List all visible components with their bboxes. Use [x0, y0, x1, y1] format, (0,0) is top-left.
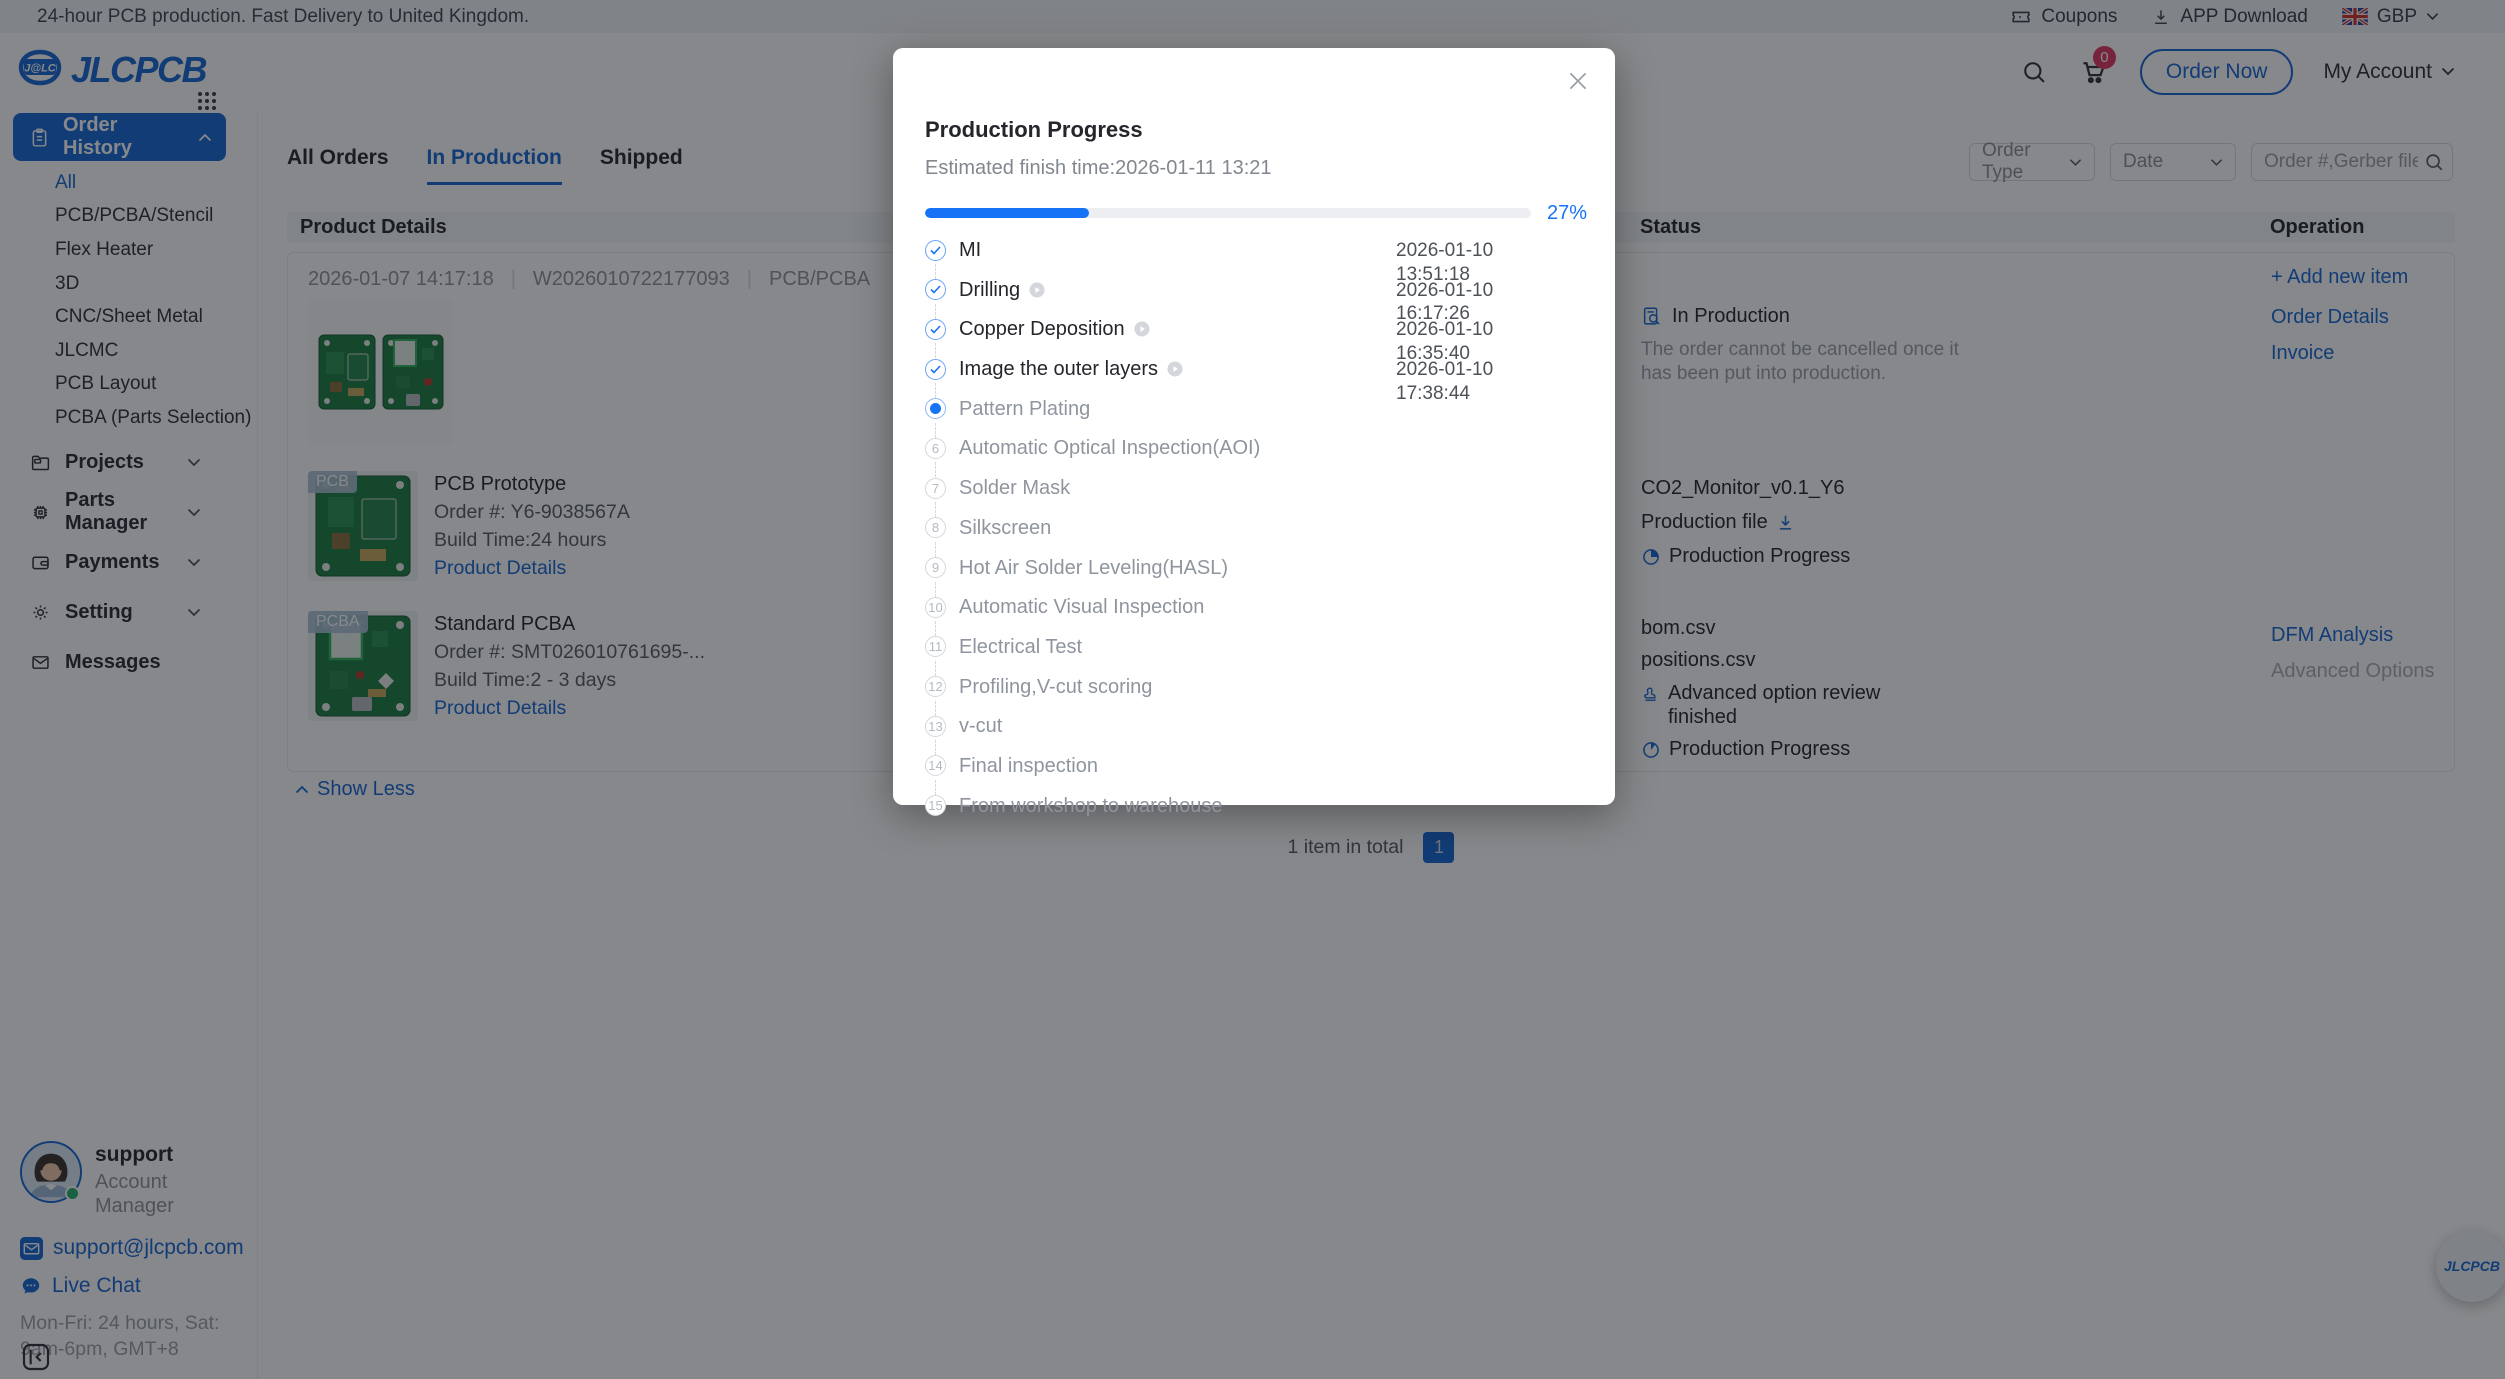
progress-step: 11 Electrical Test: [925, 636, 1583, 676]
step-check-icon: [925, 279, 946, 300]
progress-step: Drilling 2026-01-1016:17:26: [925, 279, 1583, 319]
step-current-icon: [925, 398, 946, 419]
step-number: 13: [925, 716, 946, 737]
step-check-icon: [925, 240, 946, 261]
progress-step: 6 Automatic Optical Inspection(AOI): [925, 437, 1583, 477]
progress-step: 8 Silkscreen: [925, 517, 1583, 557]
progress-step: 13 v-cut: [925, 715, 1583, 755]
progress-step: 9 Hot Air Solder Leveling(HASL): [925, 557, 1583, 597]
production-progress-modal: Production Progress Estimated finish tim…: [893, 48, 1615, 805]
step-date: 2026-01-10: [1396, 318, 1493, 342]
progress-step: MI 2026-01-1013:51:18: [925, 239, 1583, 279]
step-check-icon: [925, 359, 946, 380]
step-number: 11: [925, 636, 946, 657]
step-number: 14: [925, 755, 946, 776]
progress-fill: [925, 208, 1089, 218]
step-number: 7: [925, 478, 946, 499]
progress-step: 12 Profiling,V-cut scoring: [925, 676, 1583, 716]
play-video-icon[interactable]: [1134, 321, 1150, 337]
play-video-icon[interactable]: [1167, 361, 1183, 377]
estimated-finish-time: Estimated finish time:2026-01-11 13:21: [925, 157, 1272, 180]
step-date: 2026-01-10: [1396, 358, 1493, 382]
progress-step: 10 Automatic Visual Inspection: [925, 596, 1583, 636]
step-number: 8: [925, 517, 946, 538]
step-number: 6: [925, 438, 946, 459]
production-steps-list: MI 2026-01-1013:51:18 Drilling 2026-01-1…: [925, 239, 1583, 834]
progress-step: Image the outer layers 2026-01-1017:38:4…: [925, 358, 1583, 398]
modal-title: Production Progress: [925, 116, 1143, 144]
play-video-icon[interactable]: [1029, 282, 1045, 298]
step-date: 2026-01-10: [1396, 239, 1493, 263]
step-number: 9: [925, 557, 946, 578]
step-number: 12: [925, 676, 946, 697]
progress-step: 14 Final inspection: [925, 755, 1583, 795]
progress-bar: 27%: [925, 202, 1587, 224]
progress-step: 15 From workshop to warehouse: [925, 795, 1583, 835]
jlcpcb-order-history-page: 24-hour PCB production. Fast Delivery to…: [0, 0, 2505, 1379]
step-date: 2026-01-10: [1396, 279, 1493, 303]
progress-track: [925, 208, 1531, 218]
step-check-icon: [925, 319, 946, 340]
progress-percent: 27%: [1543, 202, 1587, 225]
progress-step: 7 Solder Mask: [925, 477, 1583, 517]
close-icon[interactable]: [1565, 68, 1591, 94]
progress-step: Copper Deposition 2026-01-1016:35:40: [925, 318, 1583, 358]
progress-step-current: Pattern Plating: [925, 398, 1583, 438]
step-number: 10: [925, 597, 946, 618]
step-number: 15: [925, 795, 946, 816]
